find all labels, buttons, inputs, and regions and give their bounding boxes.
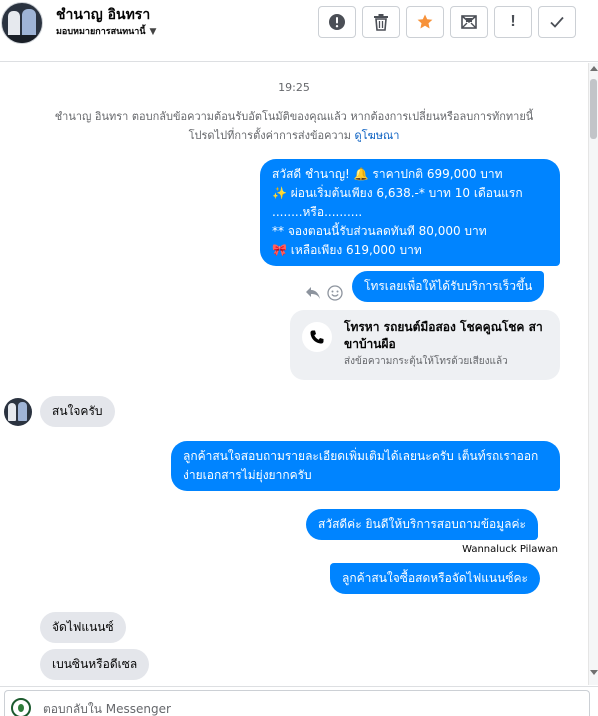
page-avatar-icon bbox=[11, 698, 31, 716]
caret-down-icon: ▼ bbox=[149, 27, 157, 37]
composer-box bbox=[4, 690, 590, 716]
exclamation-icon: ! bbox=[510, 13, 516, 30]
message-actions bbox=[305, 285, 343, 301]
message-timestamp: 19:25 bbox=[278, 81, 310, 94]
star-icon bbox=[417, 14, 433, 29]
message-thread[interactable]: 19:25 ชำนาญ อินทรา ตอบกลับข้อความต้อนรับ… bbox=[0, 63, 588, 685]
scroll-down-arrow[interactable] bbox=[590, 670, 598, 675]
outgoing-message-promo[interactable]: สวัสดี ชำนาญ! 🔔 ราคาปกติ 699,000 บาท ✨ ผ… bbox=[260, 159, 560, 266]
exclamation-circle-icon bbox=[329, 14, 345, 30]
delete-button[interactable] bbox=[362, 6, 400, 38]
assign-conversation-dropdown[interactable]: มอบหมายการสนทนานี้ ▼ bbox=[56, 24, 156, 38]
conversation-toolbar: ! bbox=[318, 6, 576, 38]
phone-icon bbox=[302, 322, 332, 352]
reply-input[interactable] bbox=[43, 699, 563, 716]
promo-line: ** จองตอนนี้รับส่วนลดทันที 80,000 บาท bbox=[272, 224, 487, 238]
follow-up-button[interactable]: ! bbox=[494, 6, 532, 38]
outgoing-message-greeting[interactable]: สวัสดีค่ะ ยินดีให้บริการสอบถามข้อมูลค่ะ bbox=[306, 509, 538, 540]
promo-line: ........หรือ.......... bbox=[272, 205, 363, 219]
mark-unread-button[interactable] bbox=[450, 6, 488, 38]
composer bbox=[0, 686, 598, 716]
contact-name[interactable]: ชำนาญ อินทรา bbox=[56, 4, 150, 26]
reply-icon[interactable] bbox=[305, 286, 321, 300]
trash-icon bbox=[374, 14, 388, 31]
outgoing-message-call-prompt[interactable]: โทรเลยเพื่อให้ได้รับบริการเร็วขึ้น bbox=[352, 271, 545, 302]
incoming-message-fuel[interactable]: เบนซินหรือดีเซล bbox=[40, 649, 150, 680]
promo-line: ✨ ผ่อนเริ่มต้นเพียง 6,638.-* บาท 10 เดือ… bbox=[272, 186, 523, 200]
call-card-subtitle: ส่งข้อความกระตุ้นให้โทรด้วยเสียงแล้ว bbox=[344, 356, 508, 367]
view-ad-link[interactable]: ดูโฆษณา bbox=[355, 129, 400, 142]
conversation-header: ชำนาญ อินทรา มอบหมายการสนทนานี้ ▼ ! bbox=[0, 0, 598, 62]
outgoing-message-details[interactable]: ลูกค้าสนใจสอบถามรายละเอียดเพิ่มเติมได้เล… bbox=[171, 441, 560, 491]
outgoing-message-question[interactable]: ลูกค้าสนใจซื้อสดหรือจัดไฟแนนซ์คะ bbox=[330, 563, 540, 594]
star-button[interactable] bbox=[406, 6, 444, 38]
emoji-react-icon[interactable] bbox=[327, 285, 343, 301]
promo-line: 🎀 เหลือเพียง 619,000 บาท bbox=[272, 243, 422, 257]
mark-done-button[interactable] bbox=[538, 6, 576, 38]
system-notice-line2: โปรดไปที่การตั้งค่าการส่งข้อความ ดูโฆษณา bbox=[188, 129, 400, 142]
sender-name: Wannaluck Pilawan bbox=[462, 544, 558, 555]
system-notice-line1: ชำนาญ อินทรา ตอบกลับข้อความต้อนรับอัตโนม… bbox=[54, 110, 534, 123]
call-card-title: โทรหา รถยนต์มือสอง โชคคูณโชค สาขาบ้านผือ bbox=[344, 320, 543, 351]
check-icon bbox=[550, 16, 564, 28]
contact-avatar[interactable] bbox=[1, 2, 43, 44]
mail-icon bbox=[461, 15, 477, 29]
incoming-message-finance[interactable]: จัดไฟแนนซ์ bbox=[40, 612, 126, 643]
call-request-card[interactable]: โทรหา รถยนต์มือสอง โชคคูณโชค สาขาบ้านผือ… bbox=[290, 310, 560, 380]
scrollbar-thumb[interactable] bbox=[590, 79, 597, 139]
promo-line: สวัสดี ชำนาญ! 🔔 ราคาปกติ 699,000 บาท bbox=[272, 167, 503, 181]
system-notice: ชำนาญ อินทรา ตอบกลับข้อความต้อนรับอัตโนม… bbox=[10, 107, 578, 145]
incoming-message-interest[interactable]: สนใจครับ bbox=[40, 396, 115, 427]
assign-label: มอบหมายการสนทนานี้ bbox=[56, 27, 146, 37]
mark-spam-button[interactable] bbox=[318, 6, 356, 38]
scroll-up-arrow[interactable] bbox=[590, 66, 598, 71]
contact-avatar-small bbox=[4, 398, 32, 426]
scrollbar[interactable] bbox=[588, 63, 598, 685]
